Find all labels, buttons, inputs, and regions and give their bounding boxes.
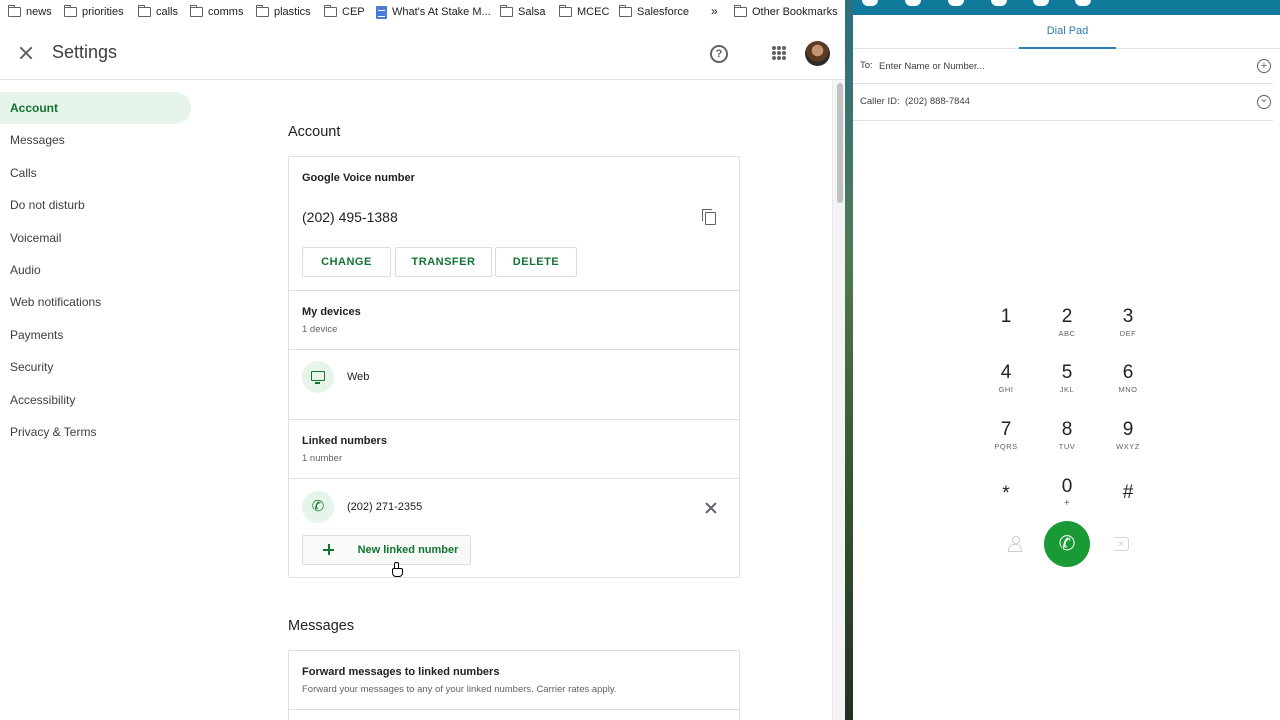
doc-icon — [376, 5, 387, 19]
page-title: Settings — [52, 42, 118, 62]
settings-content: Account Google Voice number (202) 495-13… — [288, 80, 740, 720]
sidebar-item-payments[interactable]: Payments — [0, 319, 191, 351]
key-9[interactable]: 9 WXYZ — [1098, 419, 1158, 465]
bookmarks-overflow-button[interactable]: » — [711, 0, 718, 24]
devices-count: 1 device — [302, 324, 338, 335]
folder-icon — [499, 5, 513, 17]
bookmark-cep[interactable]: CEP — [323, 0, 365, 24]
call-button[interactable]: ✆ — [1044, 521, 1090, 567]
sidebar-item-do-not-disturb[interactable]: Do not disturb — [0, 189, 191, 221]
sidebar-item-voicemail[interactable]: Voicemail — [0, 222, 191, 254]
plus-icon — [323, 544, 334, 555]
contact-picker-icon[interactable] — [1008, 536, 1022, 552]
apps-grid-icon[interactable] — [772, 46, 786, 60]
section-title-messages: Messages — [288, 618, 355, 634]
phone-icon: ✆ — [311, 498, 325, 515]
new-linked-number-button[interactable]: New linked number — [302, 535, 471, 565]
key-hash[interactable]: # — [1098, 482, 1158, 528]
linked-numbers-count: 1 number — [302, 453, 343, 464]
new-linked-number-label: New linked number — [357, 544, 459, 556]
my-devices-title: My devices — [302, 306, 361, 318]
folder-icon — [63, 5, 77, 17]
bookmark-priorities[interactable]: priorities — [63, 0, 124, 24]
help-icon[interactable]: ? — [710, 45, 728, 63]
bookmark-comms[interactable]: comms — [189, 0, 243, 24]
bookmarks-bar: news priorities calls comms plastics CEP… — [0, 0, 845, 24]
account-card: Google Voice number (202) 495-1388 CHANG… — [288, 156, 740, 578]
divider — [289, 478, 739, 479]
sidebar-item-web-notifications[interactable]: Web notifications — [0, 286, 191, 318]
folder-icon — [618, 5, 632, 17]
key-1[interactable]: 1 — [976, 306, 1036, 352]
key-5[interactable]: 5 JKL — [1037, 362, 1097, 408]
divider — [289, 290, 739, 291]
forward-messages-desc: Forward your messages to any of your lin… — [302, 684, 617, 695]
key-4[interactable]: 4 GHI — [976, 362, 1036, 408]
screen: news priorities calls comms plastics CEP… — [0, 0, 1280, 720]
delete-button[interactable]: DELETE — [495, 247, 577, 277]
sidebar-item-account[interactable]: Account — [0, 92, 191, 125]
linked-numbers-title: Linked numbers — [302, 435, 387, 447]
sidebar-item-audio[interactable]: Audio — [0, 254, 191, 286]
bookmark-plastics[interactable]: plastics — [255, 0, 311, 24]
settings-sidebar: Account Messages Calls Do not disturb Vo… — [0, 92, 200, 448]
close-icon[interactable] — [15, 42, 37, 64]
scrollbar[interactable] — [832, 80, 845, 720]
hand-cursor-icon — [392, 562, 403, 577]
remove-linked-number-icon[interactable] — [704, 501, 718, 515]
monitor-icon — [311, 371, 325, 384]
bookmark-salesforce[interactable]: Salesforce — [618, 0, 689, 24]
linked-number: (202) 271-2355 — [347, 501, 423, 513]
divider — [289, 709, 739, 710]
folder-icon — [733, 5, 747, 17]
sidebar-item-security[interactable]: Security — [0, 351, 191, 383]
linked-number-icon-badge: ✆ — [302, 491, 334, 523]
forward-messages-title: Forward messages to linked numbers — [302, 666, 500, 678]
device-icon-badge — [302, 361, 334, 393]
folder-icon — [189, 5, 203, 17]
bookmark-news[interactable]: news — [7, 0, 52, 24]
sidebar-item-calls[interactable]: Calls — [0, 157, 191, 189]
folder-icon — [255, 5, 269, 17]
dial-keypad: 1 2 ABC 3 DEF 4 GHI 5 JKL 6 MNO 7 PQRS 8 TUV 9W… — [853, 0, 1280, 720]
copy-icon[interactable] — [702, 209, 716, 225]
bookmark-salsa[interactable]: Salsa — [499, 0, 546, 24]
bookmark-calls[interactable]: calls — [137, 0, 178, 24]
backspace-icon[interactable]: ✕ — [1109, 537, 1129, 551]
section-title-account: Account — [288, 124, 341, 140]
bookmark-other-bookmarks[interactable]: Other Bookmarks — [733, 0, 838, 24]
folder-icon — [558, 5, 572, 17]
bookmark-whats-at-stake[interactable]: What's At Stake M... — [376, 0, 491, 24]
dialer-window: Dial Pad To: + Caller ID: (202) 888-7844… — [853, 0, 1280, 720]
change-button[interactable]: CHANGE — [302, 247, 391, 277]
divider — [289, 349, 739, 350]
folder-icon — [323, 5, 337, 17]
messages-card: Forward messages to linked numbers Forwa… — [288, 650, 740, 720]
sidebar-item-messages[interactable]: Messages — [0, 124, 191, 156]
scrollbar-thumb[interactable] — [837, 83, 843, 203]
settings-header: Settings ? — [0, 27, 845, 80]
key-0[interactable]: 0 + — [1037, 476, 1097, 522]
key-star[interactable]: * — [976, 483, 1036, 529]
sidebar-item-privacy-terms[interactable]: Privacy & Terms — [0, 416, 191, 448]
folder-icon — [7, 5, 21, 17]
key-8[interactable]: 8 TUV — [1037, 419, 1097, 465]
key-6[interactable]: 6 MNO — [1098, 362, 1158, 408]
device-name: Web — [347, 371, 370, 383]
bookmark-mcec[interactable]: MCEC — [558, 0, 609, 24]
gv-number: (202) 495-1388 — [302, 209, 398, 225]
key-2[interactable]: 2 ABC — [1037, 306, 1097, 352]
divider — [289, 419, 739, 420]
desktop-background — [845, 0, 853, 720]
gv-number-title: Google Voice number — [302, 172, 415, 184]
folder-icon — [137, 5, 151, 17]
key-3[interactable]: 3 DEF — [1098, 306, 1158, 352]
google-voice-window: news priorities calls comms plastics CEP… — [0, 0, 845, 720]
key-7[interactable]: 7 PQRS — [976, 419, 1036, 465]
transfer-button[interactable]: TRANSFER — [395, 247, 492, 277]
avatar[interactable] — [805, 41, 830, 66]
sidebar-item-accessibility[interactable]: Accessibility — [0, 384, 191, 416]
